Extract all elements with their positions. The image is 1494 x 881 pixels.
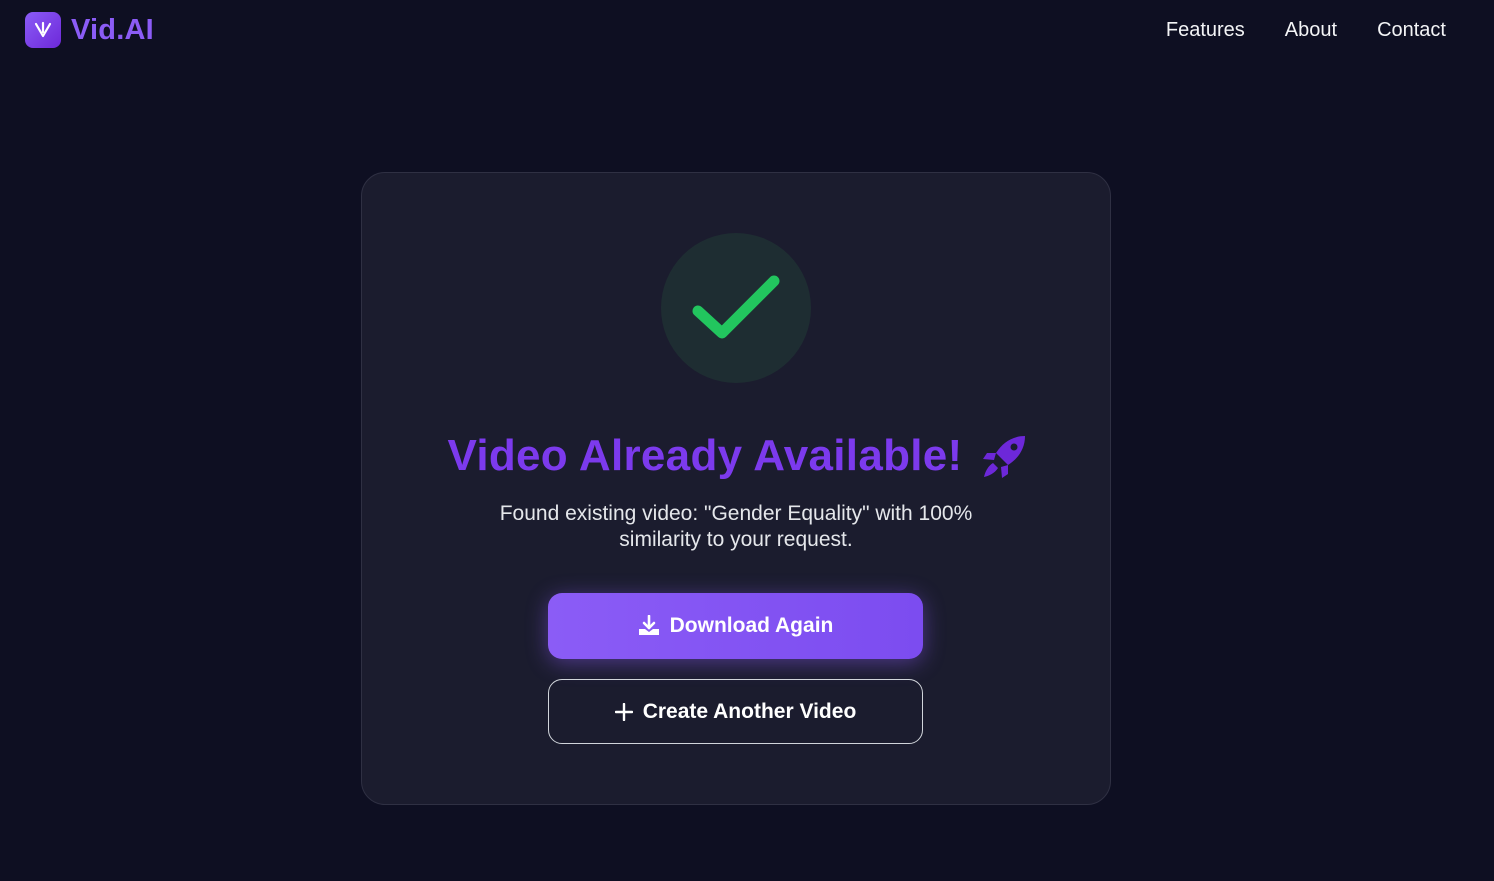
check-icon [692,275,780,339]
download-again-label: Download Again [669,614,834,637]
create-another-video-button[interactable]: Create Another Video [548,679,923,744]
vid-ai-logo-icon [25,12,61,48]
nav-link-contact[interactable]: Contact [1377,17,1446,43]
navbar: Vid.AI Features About Contact [0,0,1494,62]
success-badge [661,233,811,383]
rocket-icon [982,436,1025,478]
download-icon [638,615,660,637]
nav-link-about[interactable]: About [1285,17,1337,43]
brand-name: Vid.AI [71,13,154,46]
download-again-button[interactable]: Download Again [548,593,923,659]
title-row: Video Already Available! [362,428,1112,484]
create-another-video-label: Create Another Video [642,699,857,723]
brand-logo-link[interactable]: Vid.AI [25,12,154,48]
plus-icon [614,702,633,721]
result-title: Video Already Available! [447,431,963,480]
nav-links: Features About Contact [1166,17,1446,43]
result-card: Video Already Available! Found existing … [361,172,1111,805]
result-message: Found existing video: "Gender Equality" … [499,502,973,551]
nav-link-features[interactable]: Features [1166,17,1245,43]
